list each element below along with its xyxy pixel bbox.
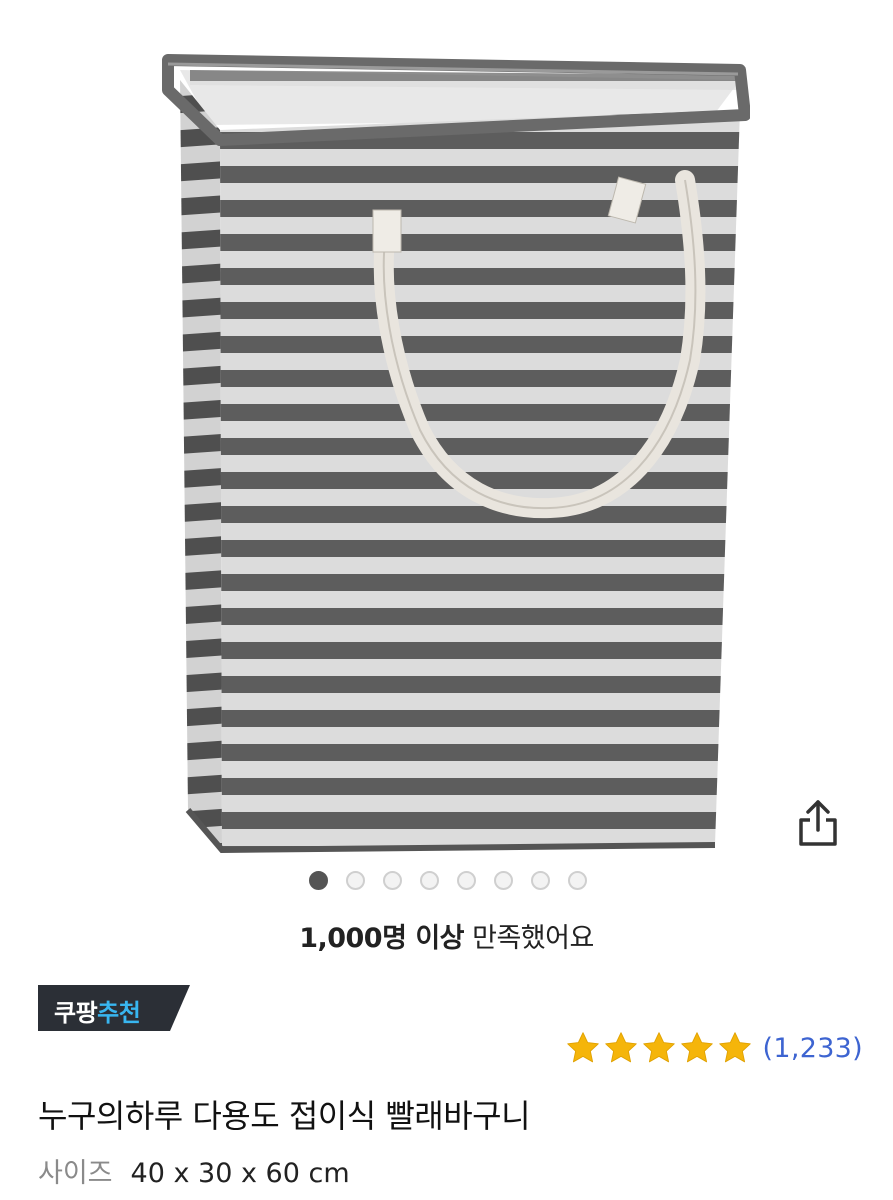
product-image-gallery[interactable]	[0, 0, 893, 900]
badge-label-brand: 쿠팡	[54, 999, 98, 1027]
star-icon	[718, 1032, 751, 1063]
star-icon	[680, 1032, 713, 1063]
pagination-dot[interactable]	[493, 870, 513, 890]
badge-label-recommend: 추천	[97, 999, 141, 1027]
share-icon	[799, 800, 837, 846]
product-rating[interactable]: (1,233)	[565, 1030, 863, 1066]
spec-label: 사이즈	[38, 1158, 113, 1189]
pagination-dot[interactable]	[308, 870, 328, 890]
share-button[interactable]	[790, 795, 846, 851]
star-rating	[565, 1030, 753, 1066]
coupang-recommend-badge: 쿠팡추천	[38, 985, 190, 1031]
pagination-dot[interactable]	[456, 870, 476, 890]
pagination-dot[interactable]	[567, 870, 587, 890]
review-count-link[interactable]: (1,233)	[763, 1033, 863, 1064]
image-pagination	[0, 870, 893, 890]
star-icon	[566, 1032, 599, 1063]
pagination-dot[interactable]	[382, 870, 402, 890]
satisfaction-suffix: 만족했어요	[464, 923, 594, 954]
satisfaction-text: 1,000명 이상 만족했어요	[0, 916, 893, 955]
satisfaction-count: 1,000명 이상	[299, 923, 465, 954]
product-title: 누구의하루 다용도 접이식 빨래바구니	[38, 1097, 531, 1135]
pagination-dot[interactable]	[419, 870, 439, 890]
star-icon	[642, 1032, 675, 1063]
pagination-dot[interactable]	[530, 870, 550, 890]
pagination-dot[interactable]	[345, 870, 365, 890]
star-icon	[604, 1032, 637, 1063]
spec-value: 40 x 30 x 60 cm	[130, 1158, 350, 1189]
product-spec-size: 사이즈 40 x 30 x 60 cm	[38, 1151, 350, 1190]
product-image[interactable]	[150, 30, 750, 860]
